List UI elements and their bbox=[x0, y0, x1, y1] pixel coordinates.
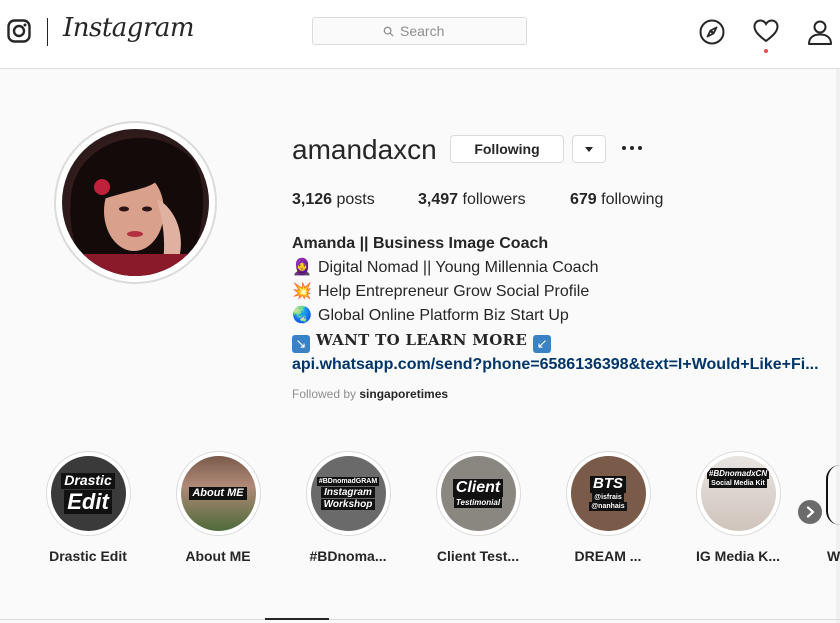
avatar[interactable] bbox=[62, 129, 209, 276]
following-button[interactable]: Following bbox=[450, 135, 564, 163]
logo-divider bbox=[47, 18, 48, 46]
story-highlight[interactable]: Client Testimonial Client Test... bbox=[423, 451, 533, 564]
instagram-wordmark[interactable]: Instagram bbox=[63, 13, 195, 43]
highlight-cover: BTS @isfrais @nanhais bbox=[570, 456, 646, 531]
highlight-label: Drastic Edit bbox=[49, 548, 127, 564]
highlight-cover: #BDnomadGRAM Instagram Workshop bbox=[310, 456, 386, 531]
highlight-cover: Client Testimonial bbox=[440, 456, 516, 531]
posts-count: 3,126 posts bbox=[292, 191, 375, 208]
story-highlight[interactable]: Drastic Edit Drastic Edit bbox=[33, 451, 143, 564]
person-emoji-icon: 🧕 bbox=[292, 259, 312, 276]
person-icon[interactable] bbox=[807, 19, 833, 45]
bio-line: ↘ WANT TO LEARN MORE ↙ bbox=[292, 328, 832, 353]
bio-line: 🌏 Global Online Platform Biz Start Up bbox=[292, 304, 832, 328]
highlight-label: About ME bbox=[185, 548, 251, 564]
followed-by[interactable]: Followed by singaporetimes bbox=[292, 387, 448, 401]
profile-username: amandaxcn bbox=[292, 134, 437, 165]
highlight-label: IG Media K... bbox=[695, 548, 780, 564]
bio-website-link[interactable]: api.whatsapp.com/send?phone=6586136398&t… bbox=[292, 353, 832, 377]
following-count[interactable]: 679 following bbox=[570, 191, 663, 209]
caret-down-icon bbox=[585, 146, 593, 152]
story-highlight[interactable]: #BDnomadGRAM Instagram Workshop #BDnoma.… bbox=[293, 451, 403, 564]
arrow-down-left-icon: ↙ bbox=[533, 335, 552, 353]
highlight-label: Client Test... bbox=[436, 548, 520, 564]
story-highlight[interactable]: About ME About ME bbox=[163, 451, 273, 564]
profile-bio: Amanda || Business Image Coach 🧕 Digital … bbox=[292, 232, 832, 377]
search-input[interactable] bbox=[400, 23, 456, 39]
highlight-cover: #BDnomadxCN Social Media Kit bbox=[700, 456, 776, 531]
bio-name: Amanda || Business Image Coach bbox=[292, 235, 549, 252]
story-highlight[interactable]: #BDnomadxCN Social Media Kit IG Media K.… bbox=[683, 451, 793, 564]
instagram-glyph-icon[interactable] bbox=[7, 19, 31, 43]
bio-line: 🧕 Digital Nomad || Young Millennia Coach bbox=[292, 256, 832, 280]
arrow-down-right-icon: ↘ bbox=[292, 335, 310, 353]
bio-line: 💥 Help Entrepreneur Grow Social Profile bbox=[292, 280, 832, 304]
top-navigation-bar: Instagram bbox=[0, 0, 840, 69]
heart-icon[interactable] bbox=[753, 19, 779, 43]
highlight-label: #BDnoma... bbox=[309, 548, 387, 564]
suggested-dropdown-button[interactable] bbox=[572, 135, 606, 163]
globe-emoji-icon: 🌏 bbox=[292, 307, 312, 324]
chevron-right-icon bbox=[806, 506, 815, 518]
tabs-divider bbox=[0, 619, 840, 620]
story-highlight-partial[interactable] bbox=[826, 465, 840, 525]
search-icon bbox=[383, 26, 394, 37]
search-box[interactable] bbox=[312, 17, 527, 45]
profile-stats: 3,126 posts 3,497 followers 679 followin… bbox=[292, 191, 663, 209]
highlight-label: DREAM ... bbox=[574, 548, 642, 564]
scrollbar[interactable] bbox=[836, 69, 840, 623]
avatar-photo bbox=[62, 129, 209, 276]
highlight-cover: Drastic Edit bbox=[50, 456, 126, 531]
highlight-cover: About ME bbox=[180, 456, 256, 531]
active-tab-indicator bbox=[265, 618, 329, 620]
collision-emoji-icon: 💥 bbox=[292, 283, 312, 300]
more-options-icon[interactable] bbox=[622, 138, 642, 158]
compass-icon[interactable] bbox=[699, 19, 725, 45]
highlight-label: W bbox=[827, 548, 840, 564]
story-highlight[interactable]: BTS @isfrais @nanhais DREAM ... bbox=[553, 451, 663, 564]
followers-count[interactable]: 3,497 followers bbox=[418, 191, 570, 209]
notification-dot bbox=[764, 49, 768, 53]
highlights-next-button[interactable] bbox=[798, 500, 822, 524]
profile-avatar-ring[interactable] bbox=[54, 121, 217, 284]
